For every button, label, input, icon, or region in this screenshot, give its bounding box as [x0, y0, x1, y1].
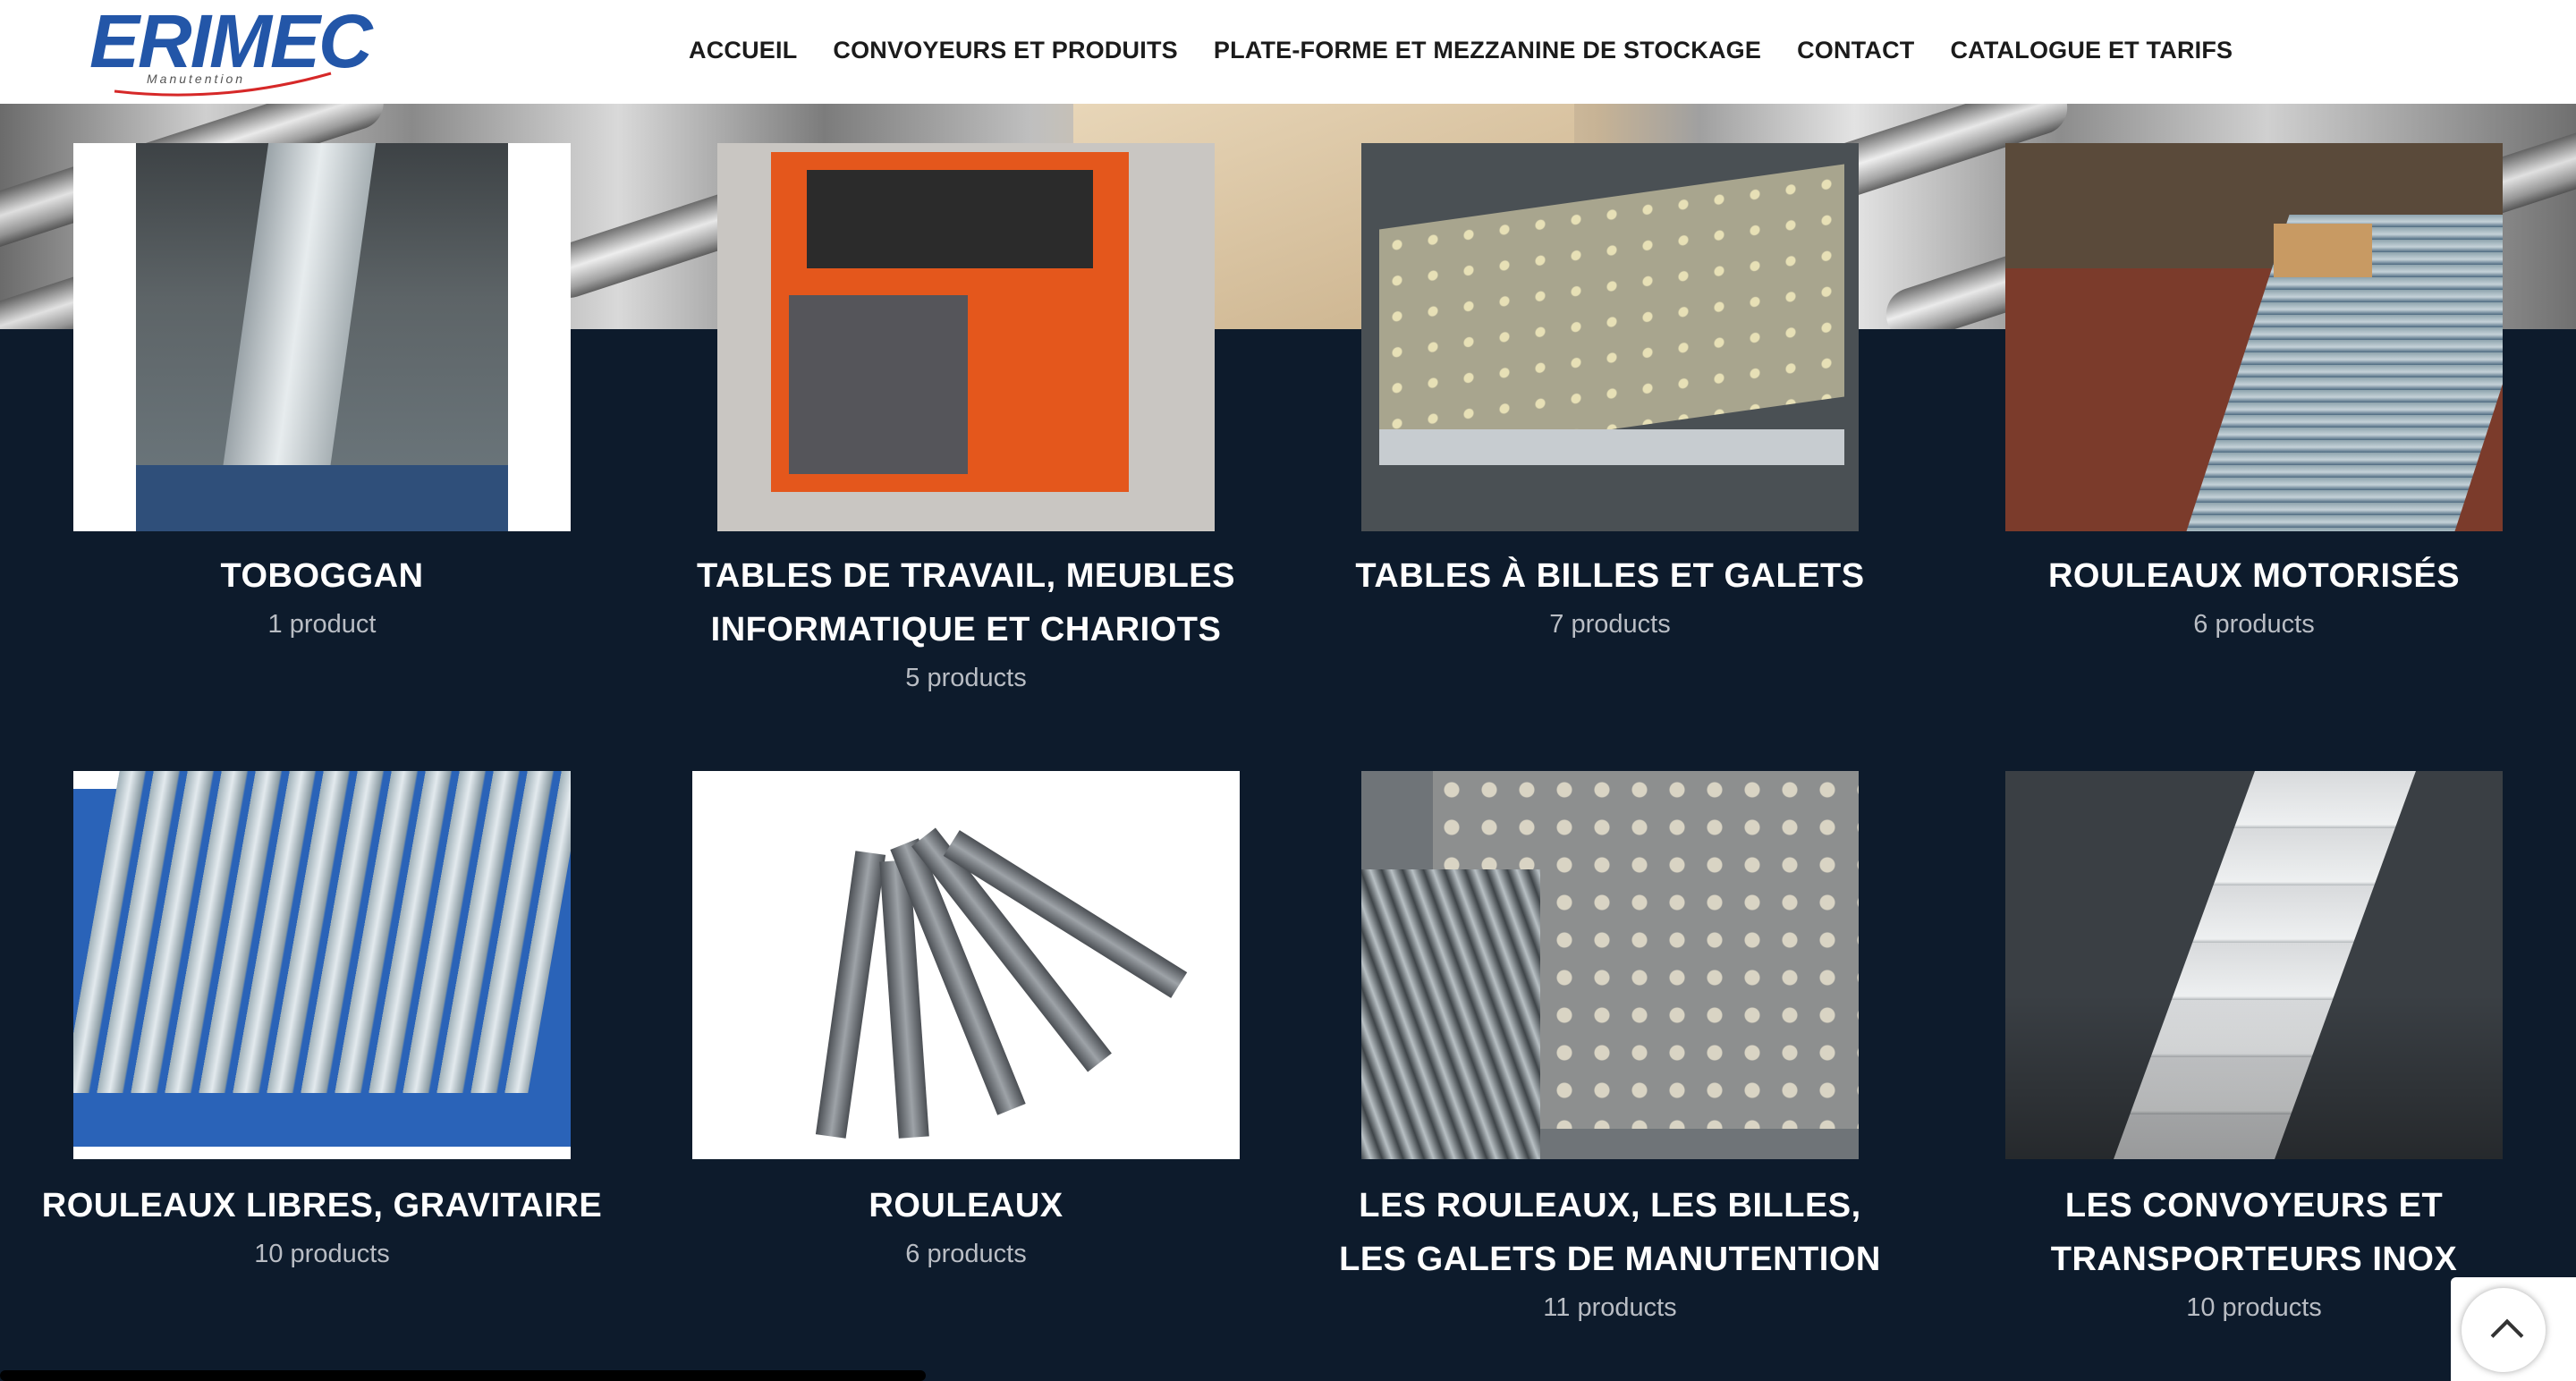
- category-title[interactable]: TOBOGGAN: [38, 549, 606, 603]
- horizontal-scrollbar[interactable]: [0, 1370, 926, 1381]
- category-image[interactable]: [2005, 771, 2503, 1159]
- main-nav: ACCUEIL CONVOYEURS ET PRODUITS PLATE-FOR…: [689, 34, 2268, 66]
- category-title[interactable]: TABLES DE TRAVAIL, MEUBLES INFORMATIQUE …: [682, 549, 1250, 657]
- category-count: 11 products: [1543, 1293, 1677, 1322]
- category-count: 10 products: [254, 1240, 390, 1268]
- nav-plate-forme[interactable]: PLATE-FORME ET MEZZANINE DE STOCKAGE: [1214, 34, 1761, 66]
- category-image[interactable]: [2005, 143, 2503, 531]
- category-count: 1 product: [267, 610, 377, 639]
- category-title[interactable]: LES ROULEAUX, LES BILLES, LES GALETS DE …: [1326, 1179, 1894, 1286]
- logo-subtitle: Manutention: [147, 72, 246, 86]
- category-count: 6 products: [2193, 610, 2315, 639]
- category-title[interactable]: ROULEAUX: [682, 1179, 1250, 1233]
- site-header: ERIMEC Manutention ACCUEIL CONVOYEURS ET…: [0, 0, 2576, 104]
- scroll-to-top-button[interactable]: [2451, 1277, 2576, 1381]
- category-title[interactable]: LES CONVOYEURS ET TRANSPORTEURS INOX: [1970, 1179, 2538, 1286]
- chevron-up-icon: [2490, 1318, 2524, 1352]
- category-image[interactable]: [717, 143, 1215, 531]
- category-image[interactable]: [73, 143, 571, 531]
- category-title[interactable]: ROULEAUX LIBRES, GRAVITAIRE: [38, 1179, 606, 1233]
- nav-catalogue[interactable]: CATALOGUE ET TARIFS: [1950, 34, 2233, 66]
- category-image[interactable]: [1361, 771, 1859, 1159]
- category-count: 5 products: [905, 664, 1027, 692]
- category-title[interactable]: ROULEAUX MOTORISÉS: [1970, 549, 2538, 603]
- nav-convoyeurs-et-produits[interactable]: CONVOYEURS ET PRODUITS: [833, 34, 1177, 66]
- category-title[interactable]: TABLES À BILLES ET GALETS: [1326, 549, 1894, 603]
- nav-accueil[interactable]: ACCUEIL: [689, 34, 797, 66]
- nav-contact[interactable]: CONTACT: [1797, 34, 1914, 66]
- site-logo[interactable]: ERIMEC Manutention: [89, 4, 373, 97]
- category-image[interactable]: [1361, 143, 1859, 531]
- scroll-to-top-circle[interactable]: [2462, 1288, 2546, 1372]
- category-count: 6 products: [905, 1240, 1027, 1268]
- category-count: 7 products: [1549, 610, 1671, 639]
- category-image[interactable]: [73, 771, 571, 1159]
- category-image[interactable]: [692, 771, 1240, 1159]
